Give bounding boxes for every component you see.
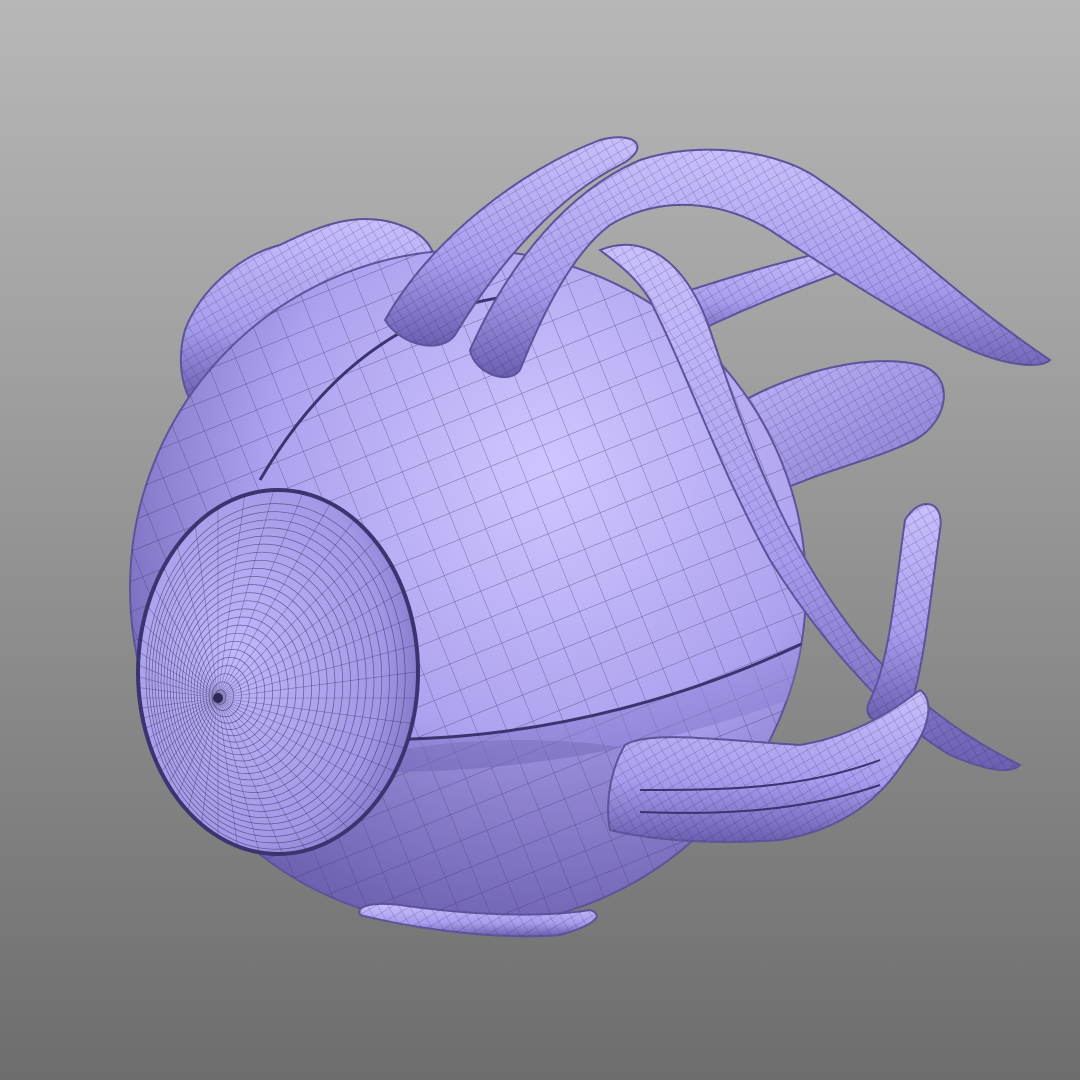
superior-rectus-muscle[interactable] [383, 136, 1052, 379]
pupil-vertex [213, 693, 223, 703]
mesh-render[interactable] [0, 0, 1080, 1080]
inferior-oblique-muscle[interactable] [866, 503, 942, 722]
3d-viewport[interactable] [0, 0, 1080, 1080]
